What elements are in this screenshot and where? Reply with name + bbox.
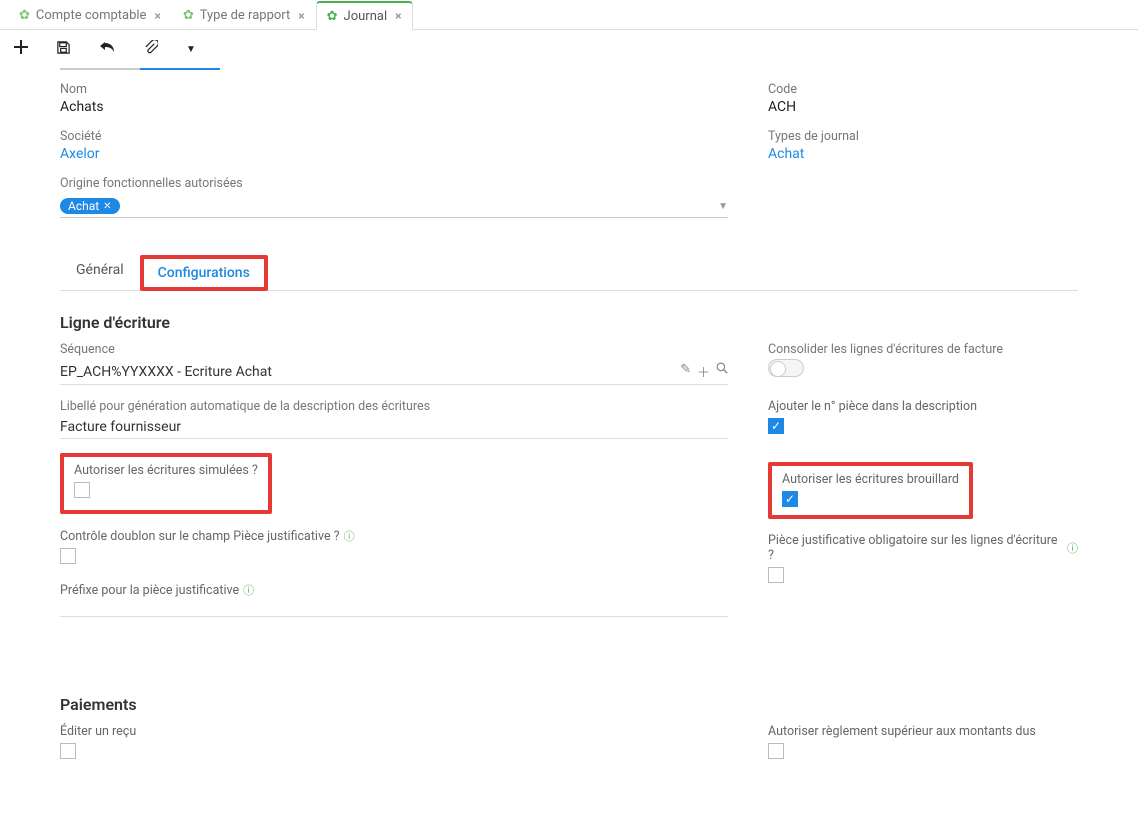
toggle-consolidate[interactable] (768, 359, 804, 377)
value-company[interactable]: Axelor (60, 146, 728, 162)
form-content: Nom Achats Société Axelor Origine foncti… (0, 68, 1138, 803)
chevron-down-icon[interactable]: ▼ (718, 201, 728, 212)
search-icon[interactable] (716, 362, 728, 381)
section-payments-heading: Paiements (60, 695, 1078, 714)
attach-button[interactable] (143, 40, 158, 59)
highlight-draft: Autoriser les écritures brouillard ✓ (768, 462, 973, 519)
divider (60, 616, 728, 617)
tab-compte-comptable[interactable]: ✿ Compte comptable × (8, 1, 172, 30)
row-overpay: Autoriser règlement supérieur aux montan… (768, 724, 1078, 763)
label-name: Nom (60, 82, 728, 97)
window-tabs: ✿ Compte comptable × ✿ Type de rapport ×… (0, 0, 1138, 30)
row-simulated: Autoriser les écritures simulées ? (60, 453, 728, 514)
value-code: ACH (768, 99, 1078, 115)
row-draft: Autoriser les écritures brouillard ✓ (768, 462, 1078, 519)
add-button[interactable] (14, 40, 28, 58)
field-consolidate: Consolider les lignes d'écritures de fac… (768, 342, 1078, 377)
sequence-input[interactable]: EP_ACH%YYXXXX - Ecriture Achat ✎ ＋ (60, 359, 728, 385)
label-mandatory: Pièce justificative obligatoire sur les … (768, 533, 1078, 563)
tab-journal[interactable]: ✿ Journal × (316, 1, 413, 30)
field-company: Société Axelor (60, 129, 728, 162)
checkbox-simulated[interactable] (74, 482, 90, 498)
label-prefix: Préfixe pour la pièce justificative ⓘ (60, 582, 728, 598)
checkbox-mandatory[interactable] (768, 567, 784, 583)
tab-label: Type de rapport (200, 8, 291, 23)
field-journal-type: Types de journal Achat (768, 129, 1078, 162)
tab-label: Compte comptable (36, 8, 147, 23)
gear-icon: ✿ (183, 8, 194, 23)
label-libelle: Libellé pour génération automatique de l… (60, 399, 728, 414)
label-code: Code (768, 82, 1078, 97)
checkbox-addpiece[interactable]: ✓ (768, 418, 784, 434)
label-consolidate: Consolider les lignes d'écritures de fac… (768, 342, 1078, 357)
label-draft: Autoriser les écritures brouillard (782, 472, 959, 487)
close-icon[interactable]: × (298, 9, 304, 23)
value-name: Achats (60, 99, 728, 115)
field-code: Code ACH (768, 82, 1078, 115)
gear-icon: ✿ (19, 8, 30, 23)
status-bar (60, 68, 1078, 70)
field-name: Nom Achats (60, 82, 728, 115)
field-libelle: Libellé pour génération automatique de l… (60, 399, 728, 439)
origin-select[interactable]: Achat ✕ ▼ (60, 195, 728, 218)
label-overpay: Autoriser règlement supérieur aux montan… (768, 724, 1078, 739)
toolbar: ▼ (0, 30, 1138, 68)
tab-general[interactable]: Général (60, 254, 140, 290)
add-icon[interactable]: ＋ (697, 362, 710, 381)
libelle-input[interactable]: Facture fournisseur (60, 416, 728, 439)
label-addpiece: Ajouter le n° pièce dans la description (768, 399, 1078, 414)
label-journal-type: Types de journal (768, 129, 1078, 144)
row-receipt: Éditer un reçu (60, 724, 728, 763)
origin-chip[interactable]: Achat ✕ (60, 198, 120, 214)
tab-configurations[interactable]: Configurations (140, 255, 268, 291)
undo-button[interactable] (99, 40, 115, 58)
tab-label: Journal (344, 9, 388, 24)
label-origin: Origine fonctionnelles autorisées (60, 176, 728, 191)
checkbox-draft[interactable]: ✓ (782, 491, 798, 507)
info-icon[interactable]: ⓘ (243, 582, 254, 598)
libelle-value: Facture fournisseur (60, 419, 181, 435)
label-company: Société (60, 129, 728, 144)
info-icon[interactable]: ⓘ (344, 528, 355, 544)
value-journal-type[interactable]: Achat (768, 146, 1078, 162)
field-sequence: Séquence EP_ACH%YYXXXX - Ecriture Achat … (60, 342, 728, 385)
section-line-heading: Ligne d'écriture (60, 313, 1078, 332)
close-icon[interactable]: × (395, 9, 401, 23)
highlight-simulated: Autoriser les écritures simulées ? (60, 453, 272, 514)
tab-type-rapport[interactable]: ✿ Type de rapport × (172, 1, 316, 30)
row-doublon: Contrôle doublon sur le champ Pièce just… (60, 528, 728, 568)
row-mandatory: Pièce justificative obligatoire sur les … (768, 533, 1078, 587)
inner-tabs: Général Configurations (60, 254, 1078, 291)
more-dropdown[interactable]: ▼ (186, 44, 196, 55)
save-button[interactable] (56, 40, 71, 59)
gear-icon: ✿ (327, 9, 338, 24)
chip-remove-icon[interactable]: ✕ (103, 201, 111, 212)
row-prefix: Préfixe pour la pièce justificative ⓘ (60, 582, 728, 598)
label-simulated: Autoriser les écritures simulées ? (74, 463, 258, 478)
sequence-value: EP_ACH%YYXXXX - Ecriture Achat (60, 364, 272, 380)
label-receipt: Éditer un reçu (60, 724, 728, 739)
info-icon[interactable]: ⓘ (1067, 540, 1078, 556)
label-sequence: Séquence (60, 342, 728, 357)
checkbox-doublon[interactable] (60, 548, 76, 564)
checkbox-overpay[interactable] (768, 743, 784, 759)
checkbox-receipt[interactable] (60, 743, 76, 759)
field-origin: Origine fonctionnelles autorisées Achat … (60, 176, 728, 218)
row-addpiece: Ajouter le n° pièce dans la description … (768, 399, 1078, 434)
chip-label: Achat (68, 199, 99, 213)
close-icon[interactable]: × (154, 9, 160, 23)
edit-icon[interactable]: ✎ (680, 362, 691, 381)
label-doublon: Contrôle doublon sur le champ Pièce just… (60, 528, 728, 544)
